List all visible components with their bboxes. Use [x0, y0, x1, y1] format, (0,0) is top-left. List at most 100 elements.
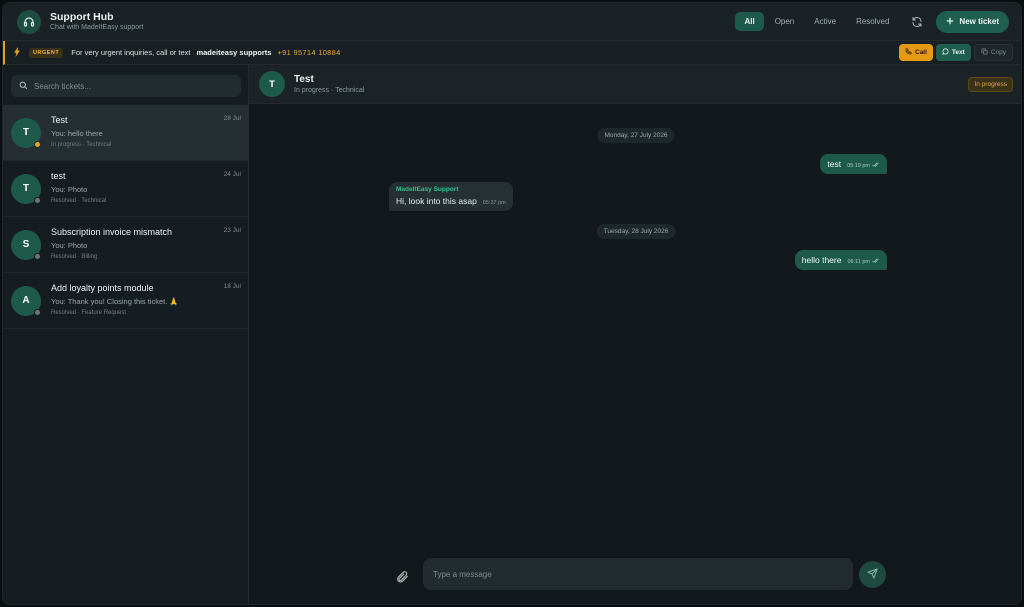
message-timestamp: 05:37 pm [482, 200, 506, 206]
status-dot [34, 196, 41, 204]
ticket-preview: You: Photo [51, 240, 88, 250]
ticket-item[interactable]: T test You: Photo Resolved · Technical 2… [3, 161, 249, 217]
headset-icon [17, 9, 41, 34]
ticket-date: 18 Jul [223, 282, 241, 290]
send-button[interactable] [859, 561, 886, 588]
avatar: A [11, 285, 41, 316]
chat-title: Test [294, 74, 314, 85]
send-icon [867, 566, 878, 584]
search-icon [19, 77, 28, 95]
search-box [11, 75, 241, 97]
copy-icon [981, 48, 988, 57]
ticket-meta: Resolved · Billing [51, 253, 98, 260]
double-check-icon [872, 162, 880, 169]
status-dot [34, 308, 41, 316]
avatar: T [259, 71, 285, 97]
date-separator: Monday, 27 July 2026 [597, 128, 675, 143]
filter-resolved[interactable]: Resolved [847, 12, 898, 31]
app-header: Support Hub Chat with MadeItEasy support… [3, 3, 1021, 41]
message-input[interactable] [423, 558, 853, 590]
message-row: Hi, look into this asap 05:37 pm [396, 196, 506, 206]
filter-all[interactable]: All [735, 12, 764, 31]
search-input[interactable] [34, 81, 224, 91]
message-thread: Monday, 27 July 2026 test 05:19 pm MadeI… [249, 104, 1021, 554]
message-text: Hi, look into this asap [396, 196, 477, 206]
message-time: 05:19 pm [847, 162, 880, 169]
text-label: Text [951, 49, 965, 56]
outgoing-message: hello there 06:11 pm [794, 250, 887, 270]
ticket-body: test You: Photo Resolved · Technical 24 … [51, 169, 241, 209]
incoming-message: MadeItEasy Support Hi, look into this as… [389, 182, 513, 211]
copy-label: Copy [990, 49, 1006, 56]
message-text: hello there [801, 255, 842, 265]
filter-active[interactable]: Active [805, 12, 845, 31]
ticket-date: 24 Jul [223, 170, 241, 178]
chat-panel: T Test In progress · Technical In progre… [249, 65, 1021, 604]
avatar: T [11, 117, 41, 148]
paperclip-icon[interactable] [395, 570, 411, 586]
app-title: Support Hub [50, 11, 114, 24]
urgent-text: For very urgent inquiries, call or text [71, 48, 191, 57]
avatar-initial: T [22, 183, 30, 194]
ticket-body: Test You: hello there In progress · Tech… [51, 113, 241, 153]
copy-button[interactable]: Copy [973, 44, 1013, 61]
ticket-title: Test [51, 114, 68, 125]
ticket-item[interactable]: S Subscription invoice mismatch You: Pho… [3, 217, 249, 273]
ticket-sidebar: T Test You: hello there In progress · Te… [3, 65, 249, 604]
message-text: test [827, 159, 842, 169]
new-ticket-label: New ticket [959, 17, 999, 26]
ticket-body: Add loyalty points module You: Thank you… [51, 281, 241, 321]
call-label: Call [915, 49, 927, 56]
header-actions: All Open Active Resolved New ticket [733, 10, 1009, 33]
double-check-icon [872, 258, 880, 265]
ticket-meta: In progress · Technical [51, 141, 112, 148]
call-button[interactable]: Call [899, 44, 933, 61]
avatar: T [11, 173, 41, 204]
brand: Support Hub Chat with MadeItEasy support [50, 11, 143, 31]
message-time: 06:11 pm [847, 258, 880, 265]
status-badge: In progress [968, 76, 1013, 92]
status-dot [34, 252, 41, 260]
ticket-list: T Test You: hello there In progress · Te… [3, 105, 249, 329]
avatar: S [11, 229, 41, 260]
new-ticket-button[interactable]: New ticket [936, 10, 1009, 33]
chat-header: T Test In progress · Technical In progre… [249, 65, 1021, 104]
ticket-title: Add loyalty points module [51, 282, 154, 293]
chat-info: Test In progress · Technical [294, 74, 364, 94]
ticket-preview: You: Photo [51, 184, 88, 194]
message-composer [249, 554, 1021, 604]
ticket-date: 28 Jul [223, 114, 241, 122]
urgent-badge: URGENT [29, 47, 64, 58]
support-hub-window: Support Hub Chat with MadeItEasy support… [2, 2, 1022, 605]
message-icon [942, 48, 949, 57]
avatar-initial: A [22, 295, 30, 306]
filter-open[interactable]: Open [766, 12, 804, 31]
ticket-date: 23 Jul [223, 226, 241, 234]
ticket-meta: Resolved · Feature Request [51, 309, 127, 316]
chat-subtitle: In progress · Technical [294, 87, 365, 94]
phone-icon [905, 48, 912, 57]
urgent-phone-number: +91 95714 10884 [277, 48, 341, 57]
ticket-preview: You: Thank you! Closing this ticket. 🙏 [51, 296, 179, 306]
status-dot [34, 140, 41, 148]
avatar-initial: T [22, 127, 30, 138]
ticket-item[interactable]: T Test You: hello there In progress · Te… [3, 105, 249, 161]
ticket-title: Subscription invoice mismatch [51, 226, 173, 237]
ticket-preview: You: hello there [51, 128, 103, 138]
app-subtitle: Chat with MadeItEasy support [50, 23, 144, 31]
text-button[interactable]: Text [935, 44, 971, 61]
ticket-item[interactable]: A Add loyalty points module You: Thank y… [3, 273, 249, 329]
urgent-contact-name: madeiteasy supports [196, 48, 272, 57]
ticket-body: Subscription invoice mismatch You: Photo… [51, 225, 241, 265]
ticket-meta: Resolved · Technical [51, 197, 107, 204]
sender-name: MadeItEasy Support [396, 186, 459, 193]
urgent-actions: Call Text Copy [899, 44, 1013, 61]
urgent-banner: URGENT For very urgent inquiries, call o… [3, 41, 1021, 65]
lightning-icon [13, 44, 21, 62]
avatar-initial: S [22, 239, 30, 250]
outgoing-message: test 05:19 pm [820, 154, 887, 174]
refresh-icon[interactable] [906, 11, 928, 33]
plus-icon [946, 17, 954, 27]
date-separator: Tuesday, 28 July 2026 [596, 224, 676, 239]
ticket-title: test [51, 170, 66, 181]
